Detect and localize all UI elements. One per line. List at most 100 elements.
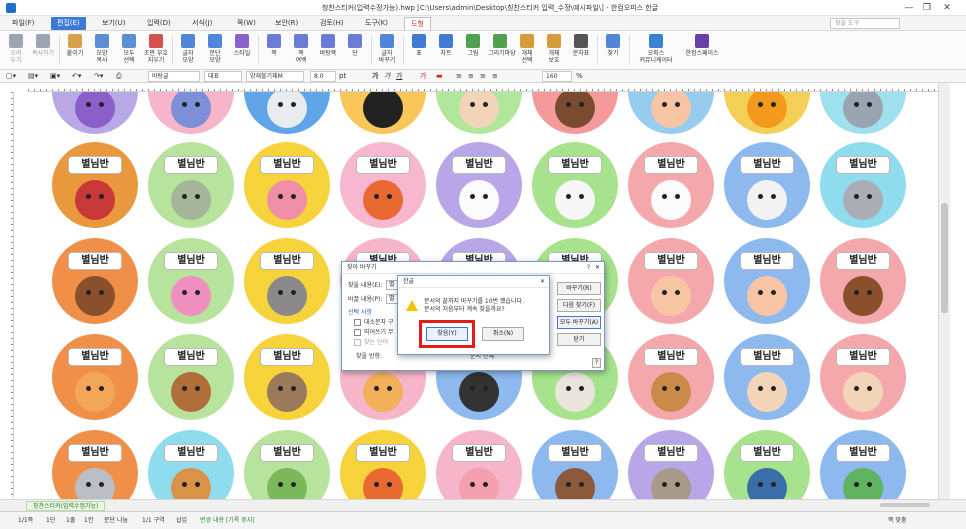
ribbon-button[interactable]: 바탕쪽 xyxy=(316,33,340,67)
underline-icon[interactable]: 가 xyxy=(396,72,402,81)
sticker-circle[interactable]: 별님반 xyxy=(148,430,234,499)
find-next-button[interactable]: 다음 찾기(F) xyxy=(557,299,601,312)
horizontal-ruler[interactable] xyxy=(28,83,938,92)
menu-item[interactable]: 도형 xyxy=(404,17,431,30)
ribbon-button[interactable]: 붙이기 xyxy=(63,33,87,67)
word-checkbox[interactable] xyxy=(354,339,361,346)
sticker-circle[interactable] xyxy=(628,92,714,134)
sticker-circle[interactable]: 별님반 xyxy=(820,334,906,420)
replace-button[interactable]: 바꾸기(R) xyxy=(557,282,601,295)
sticker-circle[interactable]: 별님반 xyxy=(52,142,138,228)
sticker-circle[interactable] xyxy=(724,92,810,134)
sticker-circle[interactable] xyxy=(532,92,618,134)
status-zoom[interactable]: 쪽 맞춤 xyxy=(888,515,906,527)
save-icon[interactable]: ▣▾ xyxy=(50,72,60,81)
bold-icon[interactable]: 가 xyxy=(372,72,378,81)
ribbon-button[interactable]: 모두 선택 xyxy=(117,33,141,67)
sticker-circle[interactable]: 별님반 xyxy=(628,334,714,420)
sticker-circle[interactable]: 별님반 xyxy=(148,238,234,324)
ribbon-button[interactable]: 쪽 여백 xyxy=(289,33,313,67)
cancel-button[interactable]: 취소(N) xyxy=(482,327,524,341)
sticker-circle[interactable] xyxy=(244,92,330,134)
help-button[interactable]: ? xyxy=(592,358,601,368)
ribbon-button[interactable]: 표 xyxy=(407,33,431,67)
sticker-circle[interactable]: 별님반 xyxy=(628,238,714,324)
ribbon-button[interactable]: 복사하기 xyxy=(31,33,55,67)
ribbon-button[interactable]: 문자표 xyxy=(569,33,593,67)
sticker-circle[interactable]: 별님반 xyxy=(436,142,522,228)
font-color-icon[interactable]: 가 xyxy=(420,72,426,81)
status-tracking[interactable]: 변경 내용 [기록 중지] xyxy=(200,515,255,527)
ribbon-button[interactable]: 스타일 xyxy=(230,33,254,67)
ribbon-button[interactable]: 차트 xyxy=(434,33,458,67)
ribbon-button[interactable]: 한컴스페이스 xyxy=(682,33,722,67)
menu-item[interactable]: 보안(R) xyxy=(269,17,304,30)
sticker-circle[interactable] xyxy=(52,92,138,134)
sticker-circle[interactable]: 별님반 xyxy=(244,142,330,228)
ribbon-button[interactable]: 쪽 xyxy=(262,33,286,67)
close-button[interactable]: ✕ xyxy=(940,2,954,14)
sticker-circle[interactable]: 별님반 xyxy=(724,142,810,228)
ribbon-button[interactable]: 개체 보호 xyxy=(542,33,566,67)
sticker-circle[interactable]: 별님반 xyxy=(628,142,714,228)
align-center-icon[interactable]: ≡ xyxy=(468,72,474,81)
confirm-close-icon[interactable]: ✕ xyxy=(540,276,545,288)
sticker-circle[interactable]: 별님반 xyxy=(52,430,138,499)
sticker-circle[interactable]: 별님반 xyxy=(340,430,426,499)
menu-item[interactable]: 보기(U) xyxy=(96,17,131,30)
sticker-circle[interactable]: 별님반 xyxy=(820,142,906,228)
sticker-circle[interactable]: 별님반 xyxy=(628,430,714,499)
menu-item[interactable]: 도구(K) xyxy=(359,17,394,30)
vertical-scrollbar[interactable] xyxy=(938,83,950,499)
ribbon-button[interactable]: 개체 선택 xyxy=(515,33,539,67)
scrollbar-thumb[interactable] xyxy=(941,203,948,313)
sticker-circle[interactable] xyxy=(148,92,234,134)
sticker-circle[interactable]: 별님반 xyxy=(340,142,426,228)
redo-icon[interactable]: ↷▾ xyxy=(94,72,103,81)
open-doc-icon[interactable]: ▤▾ xyxy=(28,72,38,81)
ribbon-button[interactable]: 그림 xyxy=(461,33,485,67)
sticker-circle[interactable] xyxy=(820,92,906,134)
italic-icon[interactable]: 가 xyxy=(384,72,390,81)
menu-item[interactable]: 파일(F) xyxy=(6,17,40,30)
align-justify-icon[interactable]: ≡ xyxy=(492,72,498,81)
zoom-input[interactable]: 160 xyxy=(542,71,572,82)
zoom-slider[interactable] xyxy=(880,503,930,507)
style-select[interactable]: 바탕글 xyxy=(148,71,200,82)
menu-item[interactable]: 입력(D) xyxy=(141,17,177,30)
font-size-input[interactable]: 8.0 xyxy=(310,71,336,82)
status-insert[interactable]: 삽입 xyxy=(176,515,187,527)
align-left-icon[interactable]: ≡ xyxy=(456,72,462,81)
ribbon-button[interactable]: 글자 바꾸기 xyxy=(375,33,399,67)
sticker-circle[interactable]: 별님반 xyxy=(148,334,234,420)
menu-item[interactable]: 편집(E) xyxy=(51,17,86,30)
space-checkbox[interactable] xyxy=(354,329,361,336)
sticker-circle[interactable]: 별님반 xyxy=(820,238,906,324)
sticker-circle[interactable]: 별님반 xyxy=(820,430,906,499)
menu-item[interactable]: 서식(J) xyxy=(186,17,218,30)
sticker-circle[interactable]: 별님반 xyxy=(532,142,618,228)
sticker-circle[interactable]: 별님반 xyxy=(244,430,330,499)
language-select[interactable]: 대표 xyxy=(204,71,242,82)
close-icon[interactable]: ✕ xyxy=(595,262,600,274)
tool-search-input[interactable]: 찾을 도구 xyxy=(830,18,900,29)
sticker-circle[interactable]: 별님반 xyxy=(244,238,330,324)
case-checkbox[interactable] xyxy=(354,319,361,326)
new-doc-icon[interactable]: ▢▾ xyxy=(6,72,16,81)
ribbon-button[interactable]: 오피스 커뮤니케이터 xyxy=(633,33,679,67)
align-right-icon[interactable]: ≡ xyxy=(480,72,486,81)
sticker-circle[interactable]: 별님반 xyxy=(724,334,810,420)
print-icon[interactable]: ⎙ xyxy=(116,72,122,81)
close-dialog-button[interactable]: 닫기 xyxy=(557,333,601,346)
ribbon-button[interactable]: 글자 모양 xyxy=(176,33,200,67)
sticker-circle[interactable] xyxy=(436,92,522,134)
sticker-circle[interactable]: 별님반 xyxy=(244,334,330,420)
ribbon-button[interactable]: 그리기마당 xyxy=(488,33,516,67)
sticker-circle[interactable]: 별님반 xyxy=(724,430,810,499)
ribbon-button[interactable]: 오려 두기 xyxy=(4,33,28,67)
menu-item[interactable]: 쪽(W) xyxy=(231,17,262,30)
sticker-circle[interactable]: 별님반 xyxy=(52,334,138,420)
replace-all-button[interactable]: 모두 바꾸기(A) xyxy=(557,316,601,329)
menu-item[interactable]: 검토(H) xyxy=(314,17,350,30)
ribbon-button[interactable]: 모양 복사 xyxy=(90,33,114,67)
